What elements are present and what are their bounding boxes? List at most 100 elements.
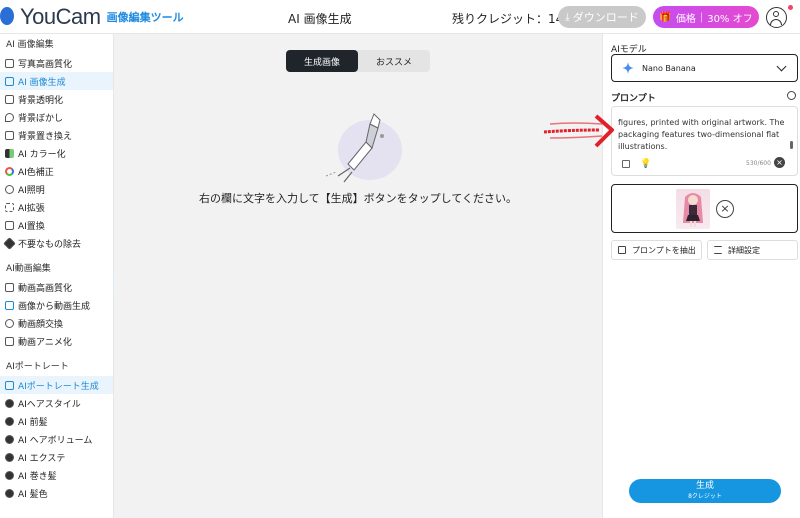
video-enhance-icon [5,282,14,292]
image-to-video-icon [5,300,14,310]
sidebar-section-title: AI 画像編集 [6,40,54,50]
extensions-icon [5,452,14,462]
sidebar-item-label: AI 前髪 [18,417,48,428]
logo-wordmark: YouCam [20,4,101,29]
sidebar-section-title: AIポートレート [6,362,69,372]
download-button[interactable]: ⤓ ダウンロード [558,6,646,28]
sidebar-item-label: AI 巻き髪 [18,471,57,482]
generate-button[interactable]: 生成 8クレジット [629,479,781,503]
pricing-discount: 30% オフ [707,13,753,25]
annotation-arrow-icon [543,114,614,148]
generate-cost: 8クレジット [688,493,722,500]
sidebar-section-title: AI動画編集 [6,264,51,274]
user-icon-body [770,19,782,25]
extract-prompt-button[interactable]: プロンプトを抽出 [611,240,702,260]
model-name: Nano Banana [642,63,696,73]
eraser-icon [3,236,16,250]
advanced-settings-label: 詳細設定 [728,245,760,255]
sidebar-item-colorize[interactable]: AI カラー化 [0,144,113,162]
sidebar: AI 画像編集 写真高画質化 AI 画像生成 背景透明化 背景ぼかし 背景置き換… [0,34,114,518]
settings-panel: AIモデル Nano Banana プロンプト figures, printed… [602,34,800,518]
sidebar-item-video-enhance[interactable]: 動画高画質化 [0,278,113,296]
sidebar-item-curly-hair[interactable]: AI 巻き髪 [0,466,113,484]
sidebar-item-bg-replace[interactable]: 背景置き換え [0,126,113,144]
hair-icon [5,398,14,408]
sidebar-item-label: AI 画像生成 [18,77,66,88]
tab-recommended[interactable]: おススメ [358,50,430,72]
face-swap-icon [5,318,14,328]
expand-icon [5,202,14,212]
color-wheel-icon [5,166,14,176]
lightbulb-icon[interactable]: 💡 [640,159,651,169]
clear-icon[interactable]: × [774,157,785,168]
download-label: ダウンロード [572,11,639,24]
replace-icon [5,220,14,230]
reference-image-thumbnail [676,189,710,229]
sidebar-item-label: 動画高画質化 [18,283,73,294]
sidebar-item-object-remove[interactable]: 不要なもの除去 [0,234,113,252]
advanced-settings-button[interactable]: 詳細設定 [707,240,798,260]
sidebar-item-hair-color[interactable]: AI 髪色 [0,484,113,502]
curly-hair-icon [5,470,14,480]
anime-icon [5,336,14,346]
sidebar-item-label: AI色補正 [18,167,54,178]
sidebar-item-label: 背景透明化 [18,95,64,106]
sidebar-item-bg-blur[interactable]: 背景ぼかし [0,108,113,126]
hair-color-icon [5,488,14,498]
sidebar-item-label: 背景ぼかし [18,113,64,124]
sparkle-icon [622,62,634,74]
prompt-scrollbar[interactable] [790,141,793,149]
prompt-char-count: 530/600 [746,160,771,167]
sidebar-item-label: AI拡張 [18,203,45,214]
chevron-down-icon [776,61,787,71]
logo-subtitle: 画像編集ツール [106,11,184,24]
sidebar-item-label: 写真高画質化 [18,59,73,70]
sidebar-item-ai-image-gen[interactable]: AI 画像生成 [0,72,113,90]
image-gen-icon [5,76,14,86]
pricing-label: 価格 [675,13,696,25]
model-select[interactable]: Nano Banana [611,54,798,82]
pricing-button[interactable]: 🎁 価格 | 30% オフ [653,6,759,28]
blur-icon [5,112,14,122]
app-logo[interactable]: YouCam 画像編集ツール [0,4,184,30]
prompt-input[interactable]: figures, printed with original artwork. … [611,106,798,176]
sidebar-item-video-face-swap[interactable]: 動画顔交換 [0,314,113,332]
sidebar-item-label: AI エクステ [18,453,66,464]
empty-state-message: 右の欄に文字を入力して【生成】ボタンをタップしてください。 [198,192,517,205]
tab-generated-images[interactable]: 生成画像 [286,50,358,72]
bg-replace-icon [5,130,14,140]
sidebar-item-portrait-gen[interactable]: AIポートレート生成 [0,376,113,394]
reference-image-slot[interactable]: × [611,184,798,233]
sidebar-item-hair-volume[interactable]: AI ヘアボリューム [0,430,113,448]
sidebar-item-video-anime[interactable]: 動画アニメ化 [0,332,113,350]
remove-image-icon[interactable]: × [716,200,734,218]
user-avatar-button[interactable] [766,7,787,28]
main-canvas: 生成画像 おススメ 右の欄に文字を入力して【生成】ボタンをタップしてください。 [114,34,602,518]
sidebar-item-label: 背景置き換え [18,131,73,142]
sidebar-item-hairstyle[interactable]: AIヘアスタイル [0,394,113,412]
user-icon [773,11,779,17]
bg-remove-icon [5,94,14,104]
sidebar-item-bg-remove[interactable]: 背景透明化 [0,90,113,108]
sidebar-item-photo-enhance[interactable]: 写真高画質化 [0,54,113,72]
sidebar-item-label: AI置換 [18,221,45,232]
anime-figure-image [683,193,703,227]
sidebar-item-color-correct[interactable]: AI色補正 [0,162,113,180]
gift-icon: 🎁 [659,11,672,23]
top-bar: YouCam 画像編集ツール AI 画像生成 残りクレジット：14073 ⤓ ダ… [0,0,800,34]
portrait-gen-icon [5,380,14,390]
page-title: AI 画像生成 [288,12,352,26]
download-icon: ⤓ [565,11,570,23]
sidebar-item-replace[interactable]: AI置換 [0,216,113,234]
sidebar-item-extensions[interactable]: AI エクステ [0,448,113,466]
sidebar-item-lighting[interactable]: AI照明 [0,180,113,198]
sidebar-item-image-to-video[interactable]: 画像から動画生成 [0,296,113,314]
copy-icon[interactable] [622,160,630,168]
sidebar-item-bangs[interactable]: AI 前髪 [0,412,113,430]
sidebar-item-label: AI 髪色 [18,489,48,500]
sidebar-item-expand[interactable]: AI拡張 [0,198,113,216]
history-icon[interactable] [787,91,796,100]
prompt-text[interactable]: figures, printed with original artwork. … [618,117,786,153]
notification-dot [788,5,793,10]
result-tabs: 生成画像 おススメ [286,50,430,72]
